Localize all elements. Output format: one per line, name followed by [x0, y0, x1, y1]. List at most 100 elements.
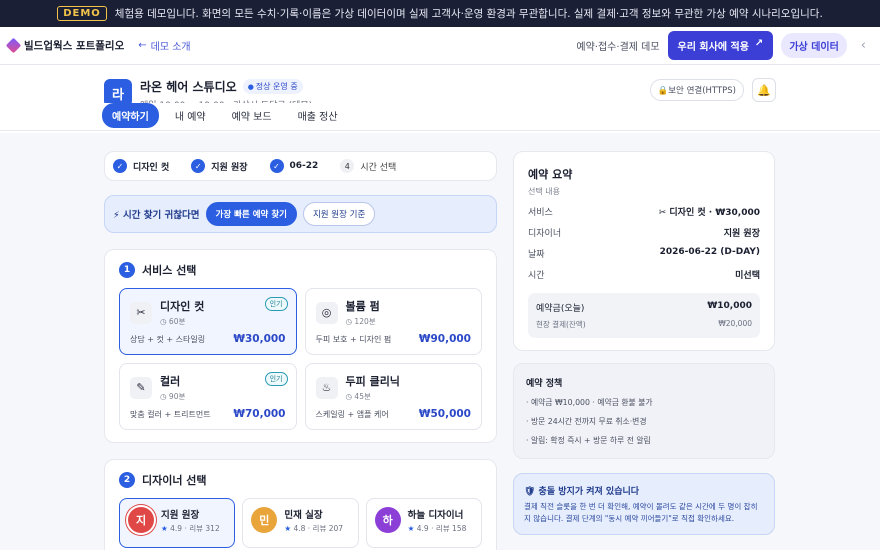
designer-name: 민재 실장	[284, 510, 323, 521]
service-card-color[interactable]: 인기 ✎ 컬러 ◷ 90분 맞춤 컬러 + 트리트먼트 ₩70,000	[119, 363, 297, 430]
designer-reviews: · 리뷰 312	[184, 524, 220, 533]
quick-find-label: ⚡ 시간 찾기 귀찮다면	[113, 210, 200, 221]
designer-meta: ★ 4.8 · 리뷰 207	[284, 523, 343, 534]
star-icon: ★	[407, 524, 415, 533]
notice-title: 🛡 충돌 방지가 켜져 있습니다	[524, 487, 640, 497]
brand-name: 빌드업웍스 포트폴리오	[24, 40, 125, 52]
summary-column: 예약 요약 선택 내용 서비스 ✂ 디자인 컷 · ₩30,000 디자이너 지원 …	[513, 151, 775, 536]
check-icon: ✓	[113, 159, 127, 173]
step-designer[interactable]: ✓ 지원 원장	[191, 159, 248, 173]
service-name: 두피 클리닉	[345, 375, 400, 388]
service-price: ₩70,000	[233, 408, 286, 420]
service-price: ₩50,000	[418, 408, 471, 420]
swirl-icon: ◎	[315, 301, 338, 324]
booking-column: ✓ 디자인 컷 ✓ 지원 원장 ✓ 06-22 4 시간 선택 ⚡ 시간 찾기 귀찮다면…	[104, 151, 497, 550]
summary-key: 날짜	[528, 250, 545, 260]
policy-item: · 알림: 확정 즉시 + 방문 하루 전 알림	[526, 436, 651, 445]
designer-reviews: · 리뷰 207	[307, 524, 344, 533]
banner-text: 체험용 데모입니다. 화면의 모든 수치·기록·이름은 가상 데이터이며 실제 …	[114, 8, 823, 20]
designer-name: 하늘 디자이너	[407, 510, 464, 521]
avatar: 민	[251, 507, 278, 533]
step-time[interactable]: 4 시간 선택	[340, 159, 396, 173]
spa-icon: ♨	[315, 376, 338, 399]
back-to-intro-link[interactable]: ← 데모 소개	[138, 38, 190, 53]
brand[interactable]: 빌드업웍스 포트폴리오	[5, 37, 125, 54]
service-desc: 스케일링 + 앰플 케어	[315, 409, 389, 419]
booking-summary: 예약 요약 선택 내용 서비스 ✂ 디자인 컷 · ₩30,000 디자이너 지원 …	[513, 151, 775, 351]
avatar: 지	[128, 507, 154, 533]
notice-body: 결제 직전 슬롯을 한 번 더 확인해, 예약이 몰려도 같은 시간에 두 명이…	[524, 502, 758, 523]
service-duration: ◷ 60분	[160, 317, 186, 326]
designer-rating: 4.9	[416, 524, 429, 533]
onsite-amount: ₩20,000	[718, 319, 752, 328]
designer-basis-button[interactable]: 지원 원장 기준	[302, 202, 376, 226]
service-section: 1 서비스 선택 인기 ✂ 디자인 컷 ◷ 60분 상담 + 컷 + 스타일링 ₩30…	[104, 249, 497, 443]
service-duration: ◷ 90분	[160, 392, 186, 401]
tab-booking-board[interactable]: 예약 보드	[222, 103, 282, 128]
deposit-row: 예약금(오늘) ₩10,000	[536, 301, 752, 314]
summary-key: 시간	[528, 271, 545, 281]
secure-label: 보안 연결(HTTPS)	[668, 86, 736, 96]
back-link-label: 데모 소개	[150, 42, 191, 53]
step-label: 시간 선택	[360, 162, 397, 173]
fastest-booking-button[interactable]: 가장 빠른 예약 찾기	[205, 202, 297, 226]
demo-tag: DEMO	[57, 6, 107, 21]
section-number: 1	[119, 262, 135, 278]
step-service[interactable]: ✓ 디자인 컷	[113, 159, 169, 173]
service-card-design-cut[interactable]: 인기 ✂ 디자인 컷 ◷ 60분 상담 + 컷 + 스타일링 ₩30,000	[119, 288, 297, 355]
service-card-volume-perm[interactable]: ◎ 볼륨 펌 ◷ 120분 두피 보호 + 디자인 펌 ₩90,000	[304, 288, 482, 355]
service-card-scalp-clinic[interactable]: ♨ 두피 클리닉 ◷ 45분 스케일링 + 앰플 케어 ₩50,000	[304, 363, 482, 430]
designer-card-jiwon[interactable]: 지 지원 원장 ★ 4.9 · 리뷰 312	[119, 498, 236, 548]
service-grid: 인기 ✂ 디자인 컷 ◷ 60분 상담 + 컷 + 스타일링 ₩30,000 ◎ 볼륨 …	[119, 288, 482, 430]
summary-value: 미선택	[735, 271, 760, 281]
tab-sales[interactable]: 매출 정산	[288, 103, 348, 128]
tab-booking[interactable]: 예약하기	[102, 103, 159, 128]
section-number: 2	[119, 472, 135, 488]
bell-icon[interactable]: 🔔	[752, 78, 776, 102]
service-name: 디자인 컷	[160, 300, 205, 313]
designer-section: 2 디자이너 선택 지 지원 원장 ★ 4.9 · 리뷰 312 민 민재 실장 ★…	[104, 459, 497, 550]
cta-label: 우리 회사에 적용	[677, 42, 749, 53]
nav-description: 예약·접수·결제 데모	[576, 42, 660, 53]
service-section-title: 1 서비스 선택	[119, 262, 482, 278]
deposit-amount: ₩10,000	[707, 301, 752, 311]
avatar: 하	[374, 507, 401, 533]
status-badge: 정상 운영 중	[242, 79, 303, 94]
designer-meta: ★ 4.9 · 리뷰 312	[161, 523, 220, 534]
policy-item: · 예약금 ₩10,000 · 예약금 환불 불가	[526, 398, 653, 407]
designer-rating: 4.9	[170, 524, 183, 533]
service-duration: ◷ 45분	[345, 392, 371, 401]
step-progress: ✓ 디자인 컷 ✓ 지원 원장 ✓ 06-22 4 시간 선택	[104, 151, 497, 181]
service-name: 볼륨 펌	[345, 300, 380, 313]
quick-find-bar: ⚡ 시간 찾기 귀찮다면 가장 빠른 예약 찾기 지원 원장 기준	[104, 195, 497, 233]
secure-connection-badge: 🔒보안 연결(HTTPS)	[649, 79, 744, 101]
check-icon: ✓	[269, 159, 284, 173]
tab-my-booking[interactable]: 내 예약	[165, 103, 216, 128]
step-label: 06-22	[289, 161, 319, 171]
star-icon: ★	[161, 524, 168, 533]
brush-icon: ✎	[130, 376, 152, 399]
conflict-guard-notice: 🛡 충돌 방지가 켜져 있습니다 결제 직전 슬롯을 한 번 더 확인해, 예약…	[513, 473, 775, 536]
service-desc: 두피 보호 + 디자인 펌	[315, 334, 392, 344]
popular-badge: 인기	[264, 372, 288, 386]
star-icon: ★	[284, 524, 292, 533]
step-date[interactable]: ✓ 06-22	[269, 159, 319, 173]
fake-data-badge: 가상 데이터	[781, 33, 847, 58]
summary-row-service: 서비스 ✂ 디자인 컷 · ₩30,000	[528, 205, 760, 218]
arrow-left-icon: ←	[138, 40, 147, 51]
service-duration: ◷ 120분	[345, 317, 376, 326]
step-label: 디자인 컷	[133, 162, 170, 173]
summary-subtitle: 선택 내용	[528, 187, 560, 196]
policy-item: · 방문 24시간 전까지 무료 취소·변경	[526, 417, 647, 426]
summary-row-designer: 디자이너 지원 원장	[528, 226, 760, 239]
summary-value: 지원 원장	[723, 229, 760, 239]
collapse-chevron-icon[interactable]: ‹	[855, 38, 872, 53]
onsite-row: 현장 결제(잔액) ₩20,000	[536, 319, 752, 330]
section-title: 서비스 선택	[142, 264, 197, 277]
apply-to-company-button[interactable]: 우리 회사에 적용 ↗	[667, 31, 774, 60]
designer-card-haneul[interactable]: 하 하늘 디자이너 ★ 4.9 · 리뷰 158	[365, 498, 482, 548]
summary-key: 디자이너	[528, 229, 562, 239]
policy-title: 예약 정책	[526, 379, 563, 389]
booking-policy: 예약 정책 · 예약금 ₩10,000 · 예약금 환불 불가 · 방문 24시…	[513, 363, 775, 459]
designer-card-minjae[interactable]: 민 민재 실장 ★ 4.8 · 리뷰 207	[242, 498, 359, 548]
